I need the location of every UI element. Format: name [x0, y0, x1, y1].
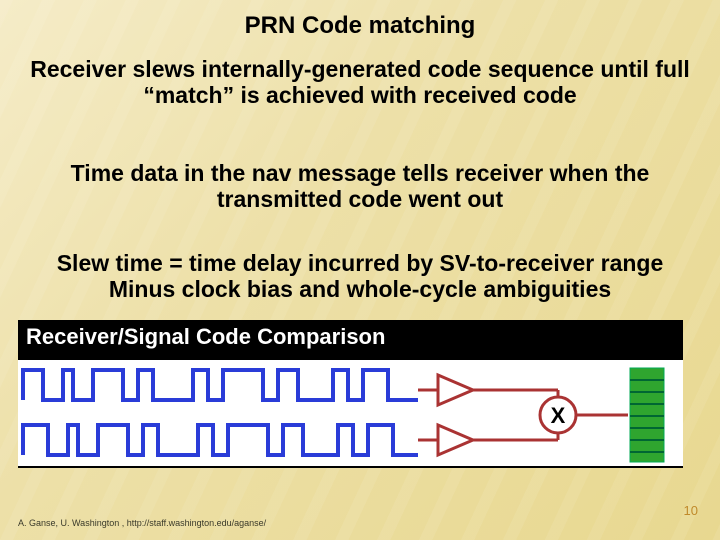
amp-top: [418, 375, 558, 405]
page-number: 10: [684, 503, 698, 518]
slide: PRN Code matching Receiver slews interna…: [0, 0, 720, 540]
diagram-heading-bar: Receiver/Signal Code Comparison: [18, 320, 683, 358]
diagram-svg: X: [18, 360, 683, 470]
paragraph-1: Receiver slews internally-generated code…: [10, 56, 710, 109]
combiner-symbol: X: [551, 403, 566, 428]
paragraph-3: Slew time = time delay incurred by SV-to…: [30, 250, 690, 303]
combiner: X: [540, 397, 628, 433]
footer-attribution: A. Ganse, U. Washington , http://staff.w…: [18, 518, 266, 528]
top-code-wave: [23, 370, 418, 400]
bottom-code-wave: [23, 425, 418, 455]
slide-title: PRN Code matching: [0, 12, 720, 40]
paragraph-2: Time data in the nav message tells recei…: [10, 160, 710, 213]
output-bars: [630, 368, 664, 462]
amp-bottom: [418, 425, 558, 455]
code-comparison-diagram: X: [18, 358, 683, 468]
diagram-heading-text: Receiver/Signal Code Comparison: [26, 324, 385, 349]
